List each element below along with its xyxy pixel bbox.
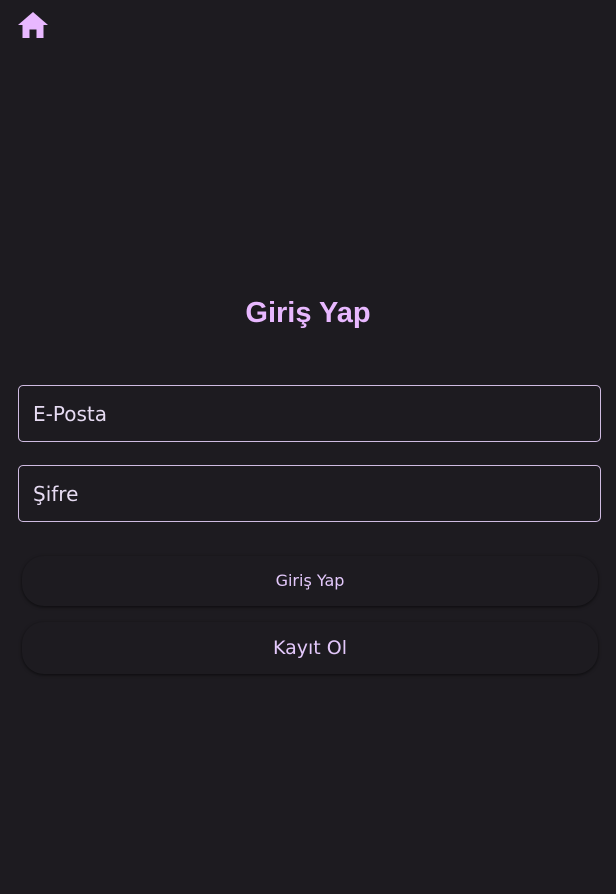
login-button[interactable]: Giriş Yap — [22, 556, 598, 606]
page-title: Giriş Yap — [245, 297, 371, 329]
home-icon — [17, 11, 49, 43]
password-field[interactable] — [18, 465, 601, 522]
email-field[interactable] — [18, 385, 601, 442]
home-button[interactable] — [16, 10, 50, 44]
email-input[interactable] — [33, 401, 600, 426]
register-button[interactable]: Kayıt Ol — [22, 622, 598, 674]
password-input[interactable] — [33, 481, 600, 506]
app-screen: Giriş Yap Giriş Yap Kayıt Ol — [0, 0, 616, 894]
